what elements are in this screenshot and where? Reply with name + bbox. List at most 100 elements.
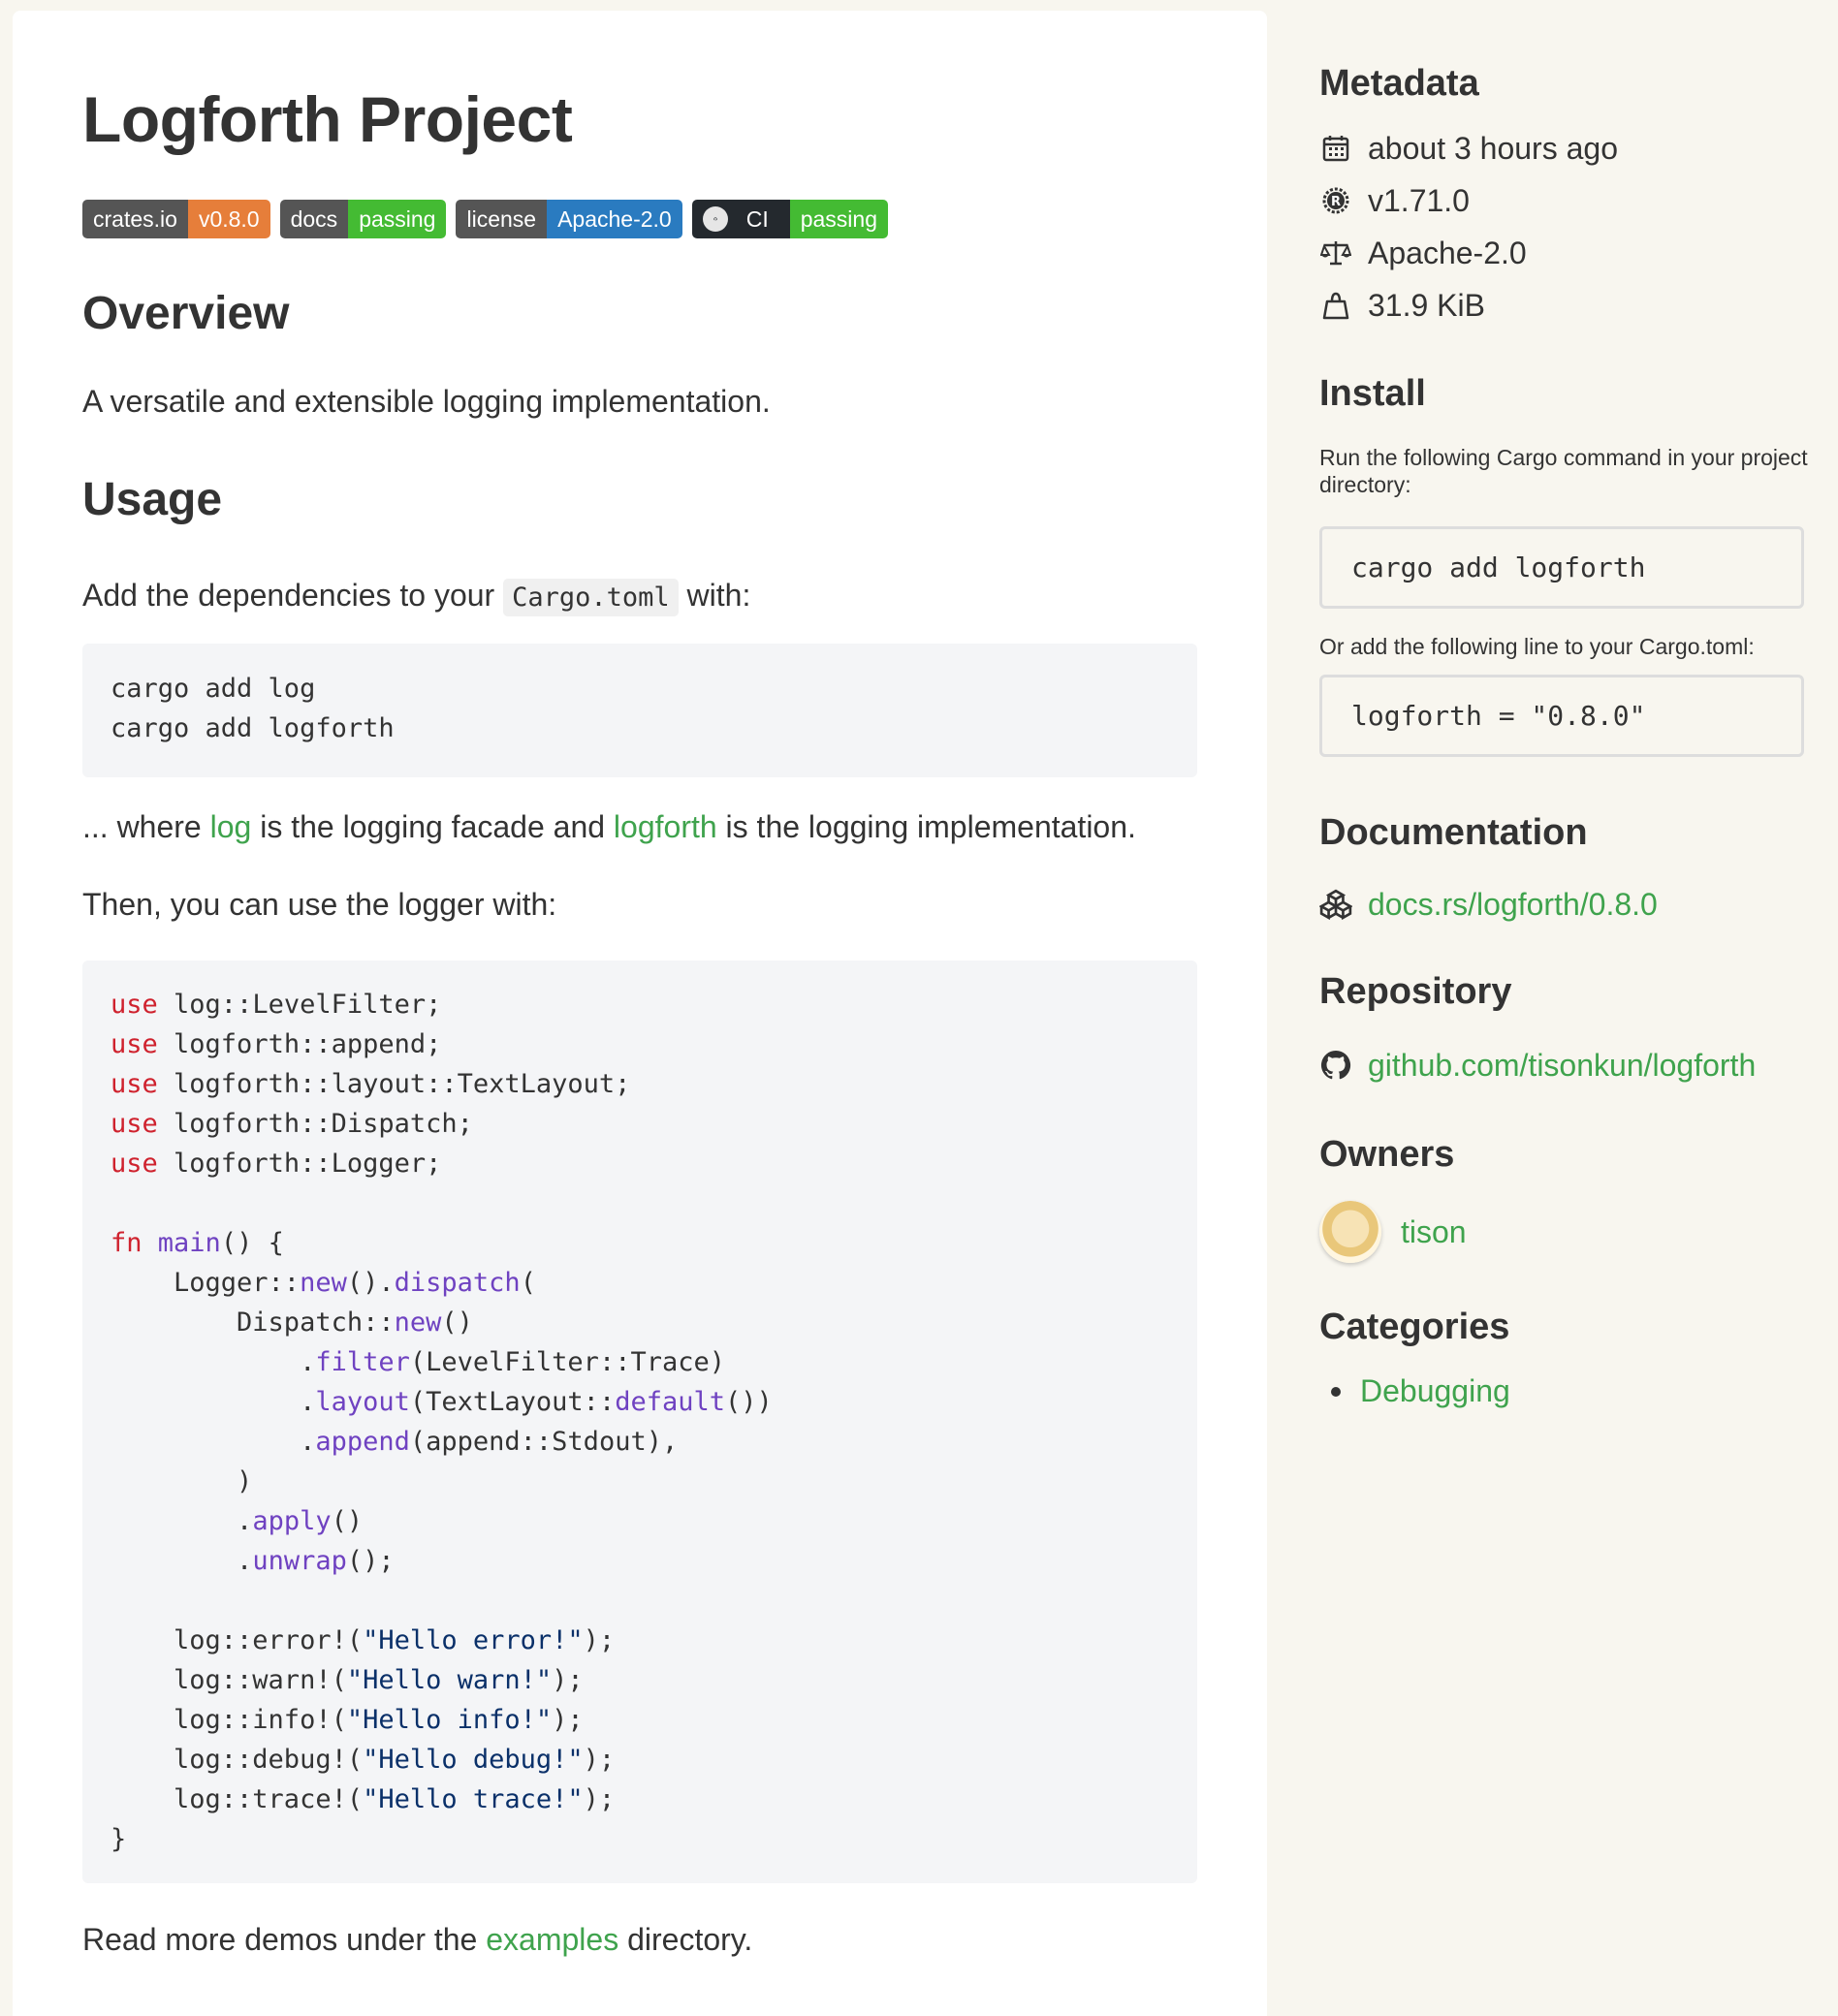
- sidebar: Metadata about 3 hours ago R v1.71.0 Apa…: [1319, 0, 1814, 1409]
- code-token: logforth::append;: [157, 1029, 442, 1059]
- rust-icon: R: [1319, 184, 1352, 217]
- code-token: "Hello error!": [363, 1625, 584, 1655]
- inline-code: Cargo.toml: [503, 579, 679, 616]
- owner-name: tison: [1401, 1213, 1467, 1249]
- badge-label: docs: [279, 200, 349, 238]
- code-line: use logforth::Dispatch;: [111, 1104, 1169, 1144]
- repository-link[interactable]: github.com/tisonkun/logforth: [1319, 1042, 1814, 1088]
- crates-io-badge[interactable]: crates.io v0.8.0: [82, 200, 270, 238]
- code-token: ().: [346, 1268, 395, 1298]
- code-token: use: [111, 1109, 158, 1139]
- code-token: Dispatch::: [111, 1307, 395, 1338]
- code-token: apply: [252, 1506, 332, 1536]
- code-token: append: [315, 1427, 410, 1457]
- code-token: fn: [111, 1228, 143, 1258]
- install-instructions: Run the following Cargo command in your …: [1319, 445, 1808, 497]
- code-line: use log::LevelFilter;: [111, 985, 1169, 1024]
- repository-heading: Repository: [1319, 971, 1512, 1012]
- category-list-item: Debugging: [1319, 1373, 1814, 1409]
- documentation-link[interactable]: docs.rs/logforth/0.8.0: [1319, 881, 1814, 928]
- code-token: log::LevelFilter;: [157, 990, 442, 1020]
- categories-heading: Categories: [1319, 1307, 1510, 1347]
- code-line: .apply(): [111, 1501, 1169, 1541]
- code-token: .: [111, 1427, 316, 1457]
- code-token: .: [111, 1546, 253, 1576]
- docs-rs-icon: [1319, 888, 1352, 921]
- code-token: }: [111, 1824, 127, 1854]
- category-link[interactable]: Debugging: [1360, 1373, 1510, 1409]
- code-line: }: [111, 1819, 1169, 1859]
- example-code-block[interactable]: use log::LevelFilter;use logforth::appen…: [82, 961, 1197, 1883]
- code-token: new: [394, 1307, 442, 1338]
- code-token: log::info!(: [111, 1705, 347, 1735]
- code-token: .: [111, 1347, 316, 1377]
- metadata-heading: Metadata: [1319, 63, 1479, 104]
- code-line: Logger::new().dispatch(: [111, 1263, 1169, 1303]
- code-line: cargo add logforth: [111, 713, 395, 743]
- code-token: );: [552, 1705, 584, 1735]
- github-icon: [1319, 1049, 1352, 1082]
- code-line: cargo add log: [111, 674, 316, 704]
- code-line: log::info!("Hello info!");: [111, 1700, 1169, 1740]
- page-title: Logforth Project: [82, 83, 573, 155]
- cargo-toml-line-box[interactable]: logforth = "0.8.0": [1319, 675, 1804, 757]
- meta-updated-text: about 3 hours ago: [1368, 130, 1618, 166]
- ci-badge[interactable]: CI passing: [691, 200, 888, 238]
- code-line: .filter(LevelFilter::Trace): [111, 1342, 1169, 1382]
- examples-link[interactable]: examples: [486, 1922, 618, 1957]
- where-text: ... where log is the logging facade and …: [82, 809, 1136, 844]
- code-token: log::error!(: [111, 1625, 364, 1655]
- avatar: [1319, 1201, 1381, 1263]
- bullet-icon: [1331, 1386, 1341, 1397]
- usage-intro: Add the dependencies to your Cargo.toml …: [82, 574, 1197, 619]
- code-token: dispatch: [394, 1268, 521, 1298]
- code-token: (): [441, 1307, 473, 1338]
- logforth-link[interactable]: logforth: [614, 809, 717, 844]
- badge-value: passing: [789, 200, 888, 238]
- code-token: (LevelFilter::Trace): [409, 1347, 725, 1377]
- code-token: log::debug!(: [111, 1745, 364, 1775]
- code-token: logforth::Logger;: [157, 1149, 442, 1179]
- code-token: (append::Stdout),: [409, 1427, 679, 1457]
- owner-item[interactable]: tison: [1319, 1201, 1814, 1263]
- code-token: (TextLayout::: [409, 1387, 616, 1417]
- weight-icon: [1319, 289, 1352, 322]
- code-token: );: [552, 1665, 584, 1695]
- code-token: .: [111, 1387, 316, 1417]
- code-token: filter: [315, 1347, 410, 1377]
- code-token: "Hello warn!": [346, 1665, 553, 1695]
- code-line: log::trace!("Hello trace!");: [111, 1780, 1169, 1819]
- install-command-box[interactable]: cargo add logforth: [1319, 526, 1804, 609]
- code-line: log::warn!("Hello warn!");: [111, 1660, 1169, 1700]
- badge-value: Apache-2.0: [547, 200, 682, 238]
- install-code-block[interactable]: cargo add log cargo add logforth: [82, 644, 1197, 777]
- code-token: () {: [220, 1228, 284, 1258]
- code-token: Logger::: [111, 1268, 301, 1298]
- metadata-list: about 3 hours ago R v1.71.0 Apache-2.0 3…: [1319, 122, 1814, 331]
- svg-text:R: R: [1331, 195, 1341, 209]
- calendar-icon: [1319, 132, 1352, 165]
- code-token: use: [111, 1149, 158, 1179]
- github-icon: [702, 206, 728, 232]
- code-token: log::warn!(: [111, 1665, 347, 1695]
- install-heading: Install: [1319, 373, 1426, 414]
- code-line: .layout(TextLayout::default()): [111, 1382, 1169, 1422]
- code-token: use: [111, 1029, 158, 1059]
- code-token: (: [520, 1268, 536, 1298]
- docs-badge[interactable]: docs passing: [279, 200, 447, 238]
- badge-value: passing: [348, 200, 447, 238]
- documentation-heading: Documentation: [1319, 812, 1588, 853]
- license-badge[interactable]: license Apache-2.0: [456, 200, 682, 238]
- code-line: use logforth::Logger;: [111, 1144, 1169, 1183]
- badge-row: crates.io v0.8.0 docs passing license Ap…: [82, 200, 1197, 238]
- code-token: use: [111, 1069, 158, 1099]
- code-token: );: [583, 1745, 616, 1775]
- code-line: fn main() {: [111, 1223, 1169, 1263]
- log-link[interactable]: log: [210, 809, 252, 844]
- code-token: logforth::layout::TextLayout;: [157, 1069, 631, 1099]
- badge-label: CI: [745, 205, 769, 232]
- meta-license-text: Apache-2.0: [1368, 235, 1527, 270]
